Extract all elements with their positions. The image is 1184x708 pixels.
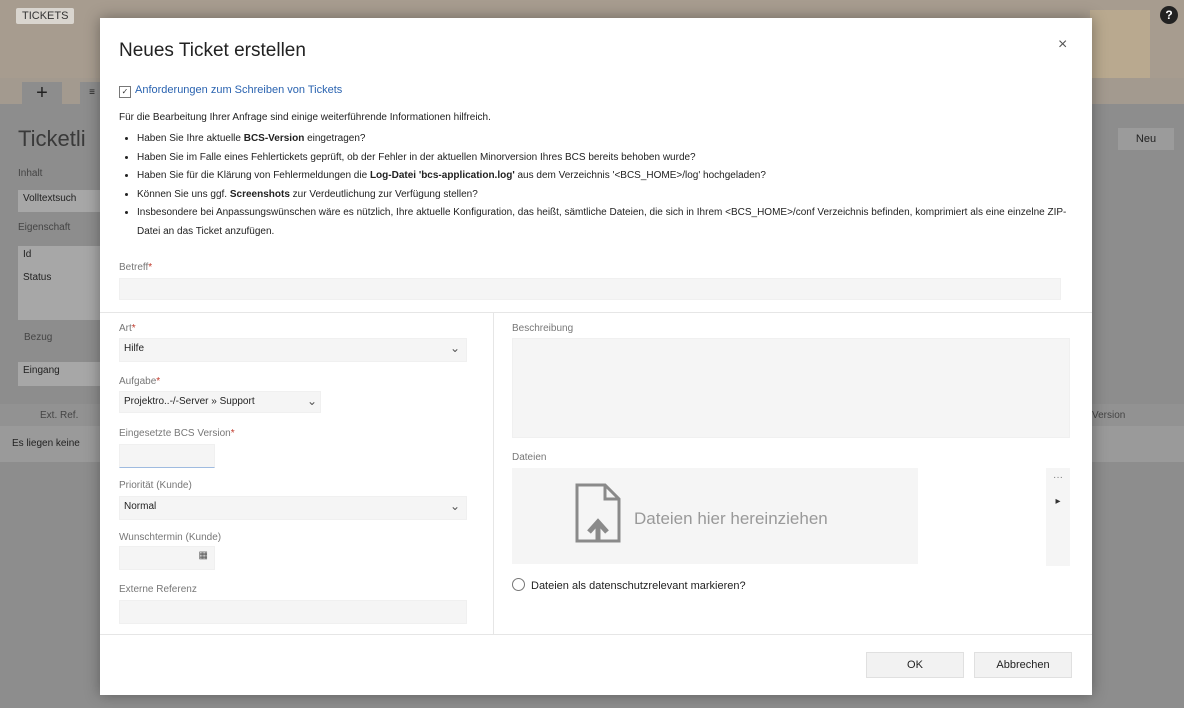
list-item: Insbesondere bei Anpassungswünschen wäre…: [137, 204, 1077, 241]
chevron-down-icon: ⌄: [449, 499, 460, 513]
beschreibung-label: Beschreibung: [512, 323, 574, 334]
list-item: Haben Sie im Falle eines Fehlertickets g…: [137, 149, 1077, 168]
prioritaet-value: Normal: [124, 501, 157, 512]
dialog-title: Neues Ticket erstellen: [119, 40, 306, 61]
divider: [493, 312, 494, 634]
more-icon[interactable]: ···: [1046, 472, 1070, 483]
requirements-link[interactable]: ✓ Anforderungen zum Schreiben von Tickets: [119, 84, 342, 98]
help-icon[interactable]: ?: [1160, 6, 1178, 24]
close-icon[interactable]: ×: [1058, 36, 1067, 54]
filter-label-eigenschaften: Eigenschaft: [18, 222, 71, 233]
ok-button-label: OK: [907, 659, 923, 671]
info-intro: Für die Bearbeitung Ihrer Anfrage sind e…: [119, 112, 491, 123]
privacy-label: Dateien als datenschutzrelevant markiere…: [531, 580, 746, 592]
wunschtermin-label: Wunschtermin (Kunde): [119, 532, 222, 543]
version-input[interactable]: [119, 444, 215, 468]
externe-referenz-input[interactable]: [119, 600, 467, 624]
empty-table-message: Es liegen keine: [12, 438, 80, 449]
properties-panel: Id Status: [18, 246, 100, 320]
list-item: Haben Sie für die Klärung von Fehlermeld…: [137, 167, 1077, 186]
version-label: Eingesetzte BCS Version*: [119, 428, 235, 439]
dateien-label: Dateien: [512, 452, 547, 463]
wunschtermin-input[interactable]: ▦: [119, 546, 215, 570]
column-ext-ref[interactable]: Ext. Ref.: [40, 410, 78, 421]
add-tab-button[interactable]: +: [22, 82, 62, 104]
privacy-option[interactable]: Dateien als datenschutzrelevant markiere…: [512, 578, 746, 592]
prioritaet-select[interactable]: Normal ⌄: [119, 496, 467, 520]
prioritaet-label: Priorität (Kunde): [119, 480, 192, 491]
art-select[interactable]: Hilfe ⌄: [119, 338, 467, 362]
new-button[interactable]: Neu: [1118, 128, 1174, 150]
aufgabe-label: Aufgabe*: [119, 376, 161, 387]
chevron-down-icon: ⌄: [306, 394, 317, 408]
file-upload-icon: [575, 483, 621, 543]
filter-label-inhalt: Inhalt: [18, 168, 43, 179]
file-dropzone[interactable]: Dateien hier hereinziehen: [512, 468, 918, 564]
list-item: Haben Sie Ihre aktuelle BCS-Version eing…: [137, 130, 1077, 149]
calendar-icon[interactable]: ▦: [199, 550, 208, 561]
betreff-label: Betreff*: [119, 262, 153, 273]
ok-button[interactable]: OK: [866, 652, 964, 678]
aufgabe-select[interactable]: Projektro..-/-Server » Support ⌄: [119, 391, 321, 413]
dropzone-text: Dateien hier hereinziehen: [634, 509, 828, 528]
file-list-scroller[interactable]: ··· ▸: [1046, 468, 1070, 566]
fulltext-search-field[interactable]: Volltextsuch: [18, 190, 100, 212]
checkbox-icon: ✓: [119, 86, 131, 98]
filter-label-bezug: Bezug: [24, 332, 53, 343]
divider: [100, 634, 1092, 635]
property-id: Id: [23, 249, 32, 260]
sort-select-eingang[interactable]: Eingang: [18, 362, 100, 386]
new-button-label: Neu: [1135, 133, 1157, 145]
property-status: Status: [23, 272, 52, 283]
divider: [100, 312, 1092, 313]
cancel-button-label: Abbrechen: [996, 659, 1050, 671]
header-graphic: [1090, 10, 1150, 80]
art-label: Art*: [119, 323, 136, 334]
list-item: Können Sie uns ggf. Screenshots zur Verd…: [137, 186, 1077, 205]
betreff-input[interactable]: [119, 278, 1061, 300]
art-value: Hilfe: [124, 343, 145, 354]
info-checklist: Haben Sie Ihre aktuelle BCS-Version eing…: [119, 130, 1077, 241]
chevron-down-icon: ⌄: [449, 341, 460, 355]
arrow-icon[interactable]: ▸: [1046, 496, 1070, 507]
page-title: Ticketli: [18, 126, 86, 151]
cancel-button[interactable]: Abbrechen: [974, 652, 1072, 678]
requirements-link-label: Anforderungen zum Schreiben von Tickets: [135, 84, 343, 96]
aufgabe-value: Projektro..-/-Server » Support: [124, 396, 255, 407]
beschreibung-textarea[interactable]: [512, 338, 1070, 438]
column-version[interactable]: Version: [1092, 410, 1125, 421]
app-brand[interactable]: TICKETS: [16, 8, 75, 24]
externe-referenz-label: Externe Referenz: [119, 584, 197, 595]
new-ticket-dialog: Neues Ticket erstellen × ✓ Anforderungen …: [100, 18, 1092, 695]
radio-button[interactable]: [512, 578, 525, 591]
